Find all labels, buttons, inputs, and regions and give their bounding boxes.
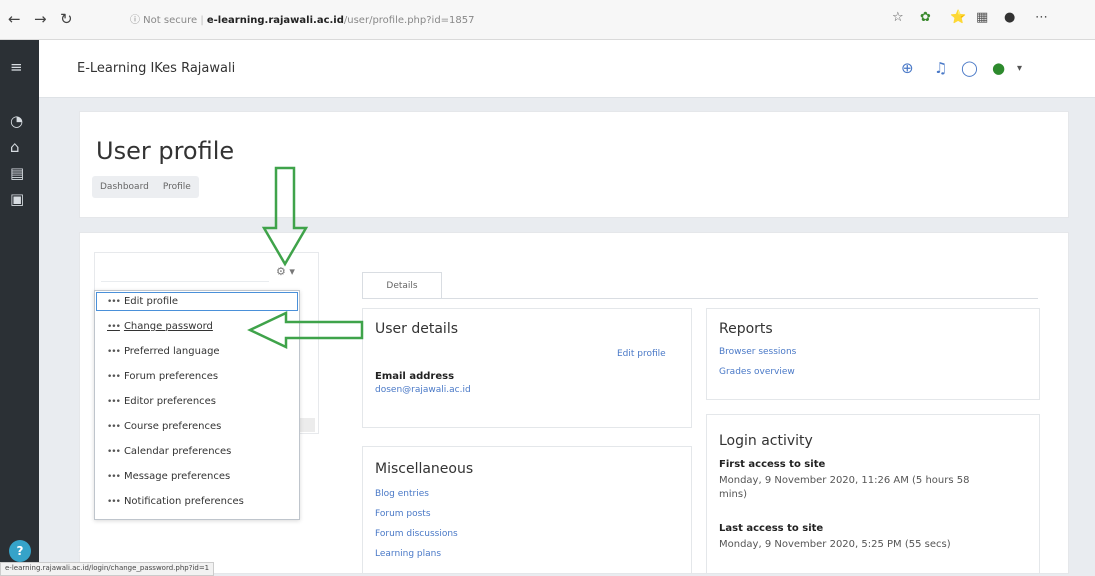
first-access-value-cont: mins) — [719, 489, 747, 500]
forum-discussions-link[interactable]: Forum discussions — [375, 529, 458, 539]
menu-item-course-preferences[interactable]: ••• Course preferences — [107, 421, 221, 432]
menu-item-editor-preferences[interactable]: ••• Editor preferences — [107, 396, 216, 407]
reports-card: Reports Browser sessions Grades overview — [706, 308, 1040, 400]
notification-bell-icon[interactable]: ♫ — [934, 59, 947, 77]
learning-plans-link[interactable]: Learning plans — [375, 549, 441, 559]
user-menu-caret-icon[interactable]: ▾ — [1017, 63, 1022, 74]
page-header: User profile Dashboard Profile — [79, 111, 1069, 218]
favorites-icon[interactable]: ⭐ — [950, 10, 966, 25]
breadcrumb-dashboard[interactable]: Dashboard — [100, 182, 149, 192]
miscellaneous-title: Miscellaneous — [375, 461, 474, 477]
calendar-icon[interactable]: ▤ — [10, 164, 24, 182]
block-divider — [101, 281, 269, 282]
menu-item-message-preferences[interactable]: ••• Message preferences — [107, 471, 230, 482]
browser-sessions-link[interactable]: Browser sessions — [719, 347, 796, 357]
avatar[interactable]: ● — [992, 59, 1005, 77]
left-drawer: ≡ ◔ ⌂ ▤ ▣ — [0, 40, 39, 574]
miscellaneous-card: Miscellaneous Blog entries Forum posts F… — [362, 446, 692, 574]
last-access-label: Last access to site — [719, 523, 824, 534]
first-access-value: Monday, 9 November 2020, 11:26 AM (5 hou… — [719, 475, 970, 486]
profile-icon[interactable]: ● — [1004, 10, 1015, 25]
reload-icon[interactable]: ↻ — [60, 10, 73, 28]
reports-title: Reports — [719, 321, 773, 337]
tab-details[interactable]: Details — [362, 272, 442, 298]
user-details-title: User details — [375, 321, 459, 337]
star-icon[interactable]: ☆ — [892, 10, 904, 25]
email-label: Email address — [375, 371, 455, 382]
browser-toolbar: ← → ↻ ⓘ Not secure | e-learning.rajawali… — [0, 0, 1095, 40]
url-path: /user/profile.php?id=1857 — [343, 15, 475, 26]
site-name[interactable]: E-Learning IKes Rajawali — [77, 61, 235, 76]
home-icon[interactable]: ⌂ — [10, 138, 20, 156]
messages-icon[interactable]: ◯ — [961, 59, 978, 77]
files-icon[interactable]: ▣ — [10, 190, 24, 208]
menu-item-forum-preferences[interactable]: ••• Forum preferences — [107, 371, 218, 382]
last-access-value: Monday, 9 November 2020, 5:25 PM (55 sec… — [719, 539, 951, 550]
more-icon[interactable]: ⋯ — [1035, 10, 1048, 25]
language-icon[interactable]: ⊕ — [901, 59, 914, 77]
security-indicator[interactable]: ⓘ Not secure — [130, 15, 197, 26]
url-domain: e-learning.rajawali.ac.id — [206, 15, 344, 26]
edit-profile-link[interactable]: Edit profile — [617, 349, 666, 359]
page-title: User profile — [96, 137, 235, 165]
left-arrow-annotation-icon — [247, 311, 364, 349]
menu-item-notification-preferences[interactable]: ••• Notification preferences — [107, 496, 244, 507]
tab-underline — [362, 298, 1038, 299]
forward-icon[interactable]: → — [34, 10, 47, 28]
hamburger-icon[interactable]: ≡ — [10, 58, 23, 76]
address-bar[interactable]: ⓘ Not secure | e-learning.rajawali.ac.id… — [130, 11, 475, 26]
first-access-label: First access to site — [719, 459, 826, 470]
email-value[interactable]: dosen@rajawali.ac.id — [375, 385, 471, 395]
collections-icon[interactable]: ▦ — [976, 10, 988, 25]
blog-entries-link[interactable]: Blog entries — [375, 489, 429, 499]
forum-posts-link[interactable]: Forum posts — [375, 509, 431, 519]
menu-item-preferred-language[interactable]: ••• Preferred language — [107, 346, 220, 357]
breadcrumb-profile[interactable]: Profile — [163, 182, 191, 192]
back-icon[interactable]: ← — [8, 10, 21, 28]
dashboard-icon[interactable]: ◔ — [10, 112, 23, 130]
extension-icon[interactable]: ✿ — [920, 10, 931, 25]
user-details-card: User details Edit profile Email address … — [362, 308, 692, 428]
menu-item-change-password[interactable]: ••• Change password — [107, 321, 213, 332]
down-arrow-annotation-icon — [261, 166, 309, 267]
login-activity-title: Login activity — [719, 433, 813, 449]
top-navbar: E-Learning IKes Rajawali ⊕ ♫ ◯ ● ▾ — [39, 40, 1095, 98]
help-button[interactable]: ? — [9, 540, 31, 562]
menu-item-edit-profile[interactable]: ••• Edit profile — [107, 296, 178, 307]
login-activity-card: Login activity First access to site Mond… — [706, 414, 1040, 574]
breadcrumb: Dashboard Profile — [92, 176, 199, 198]
menu-item-calendar-preferences[interactable]: ••• Calendar preferences — [107, 446, 231, 457]
grades-overview-link[interactable]: Grades overview — [719, 367, 795, 377]
